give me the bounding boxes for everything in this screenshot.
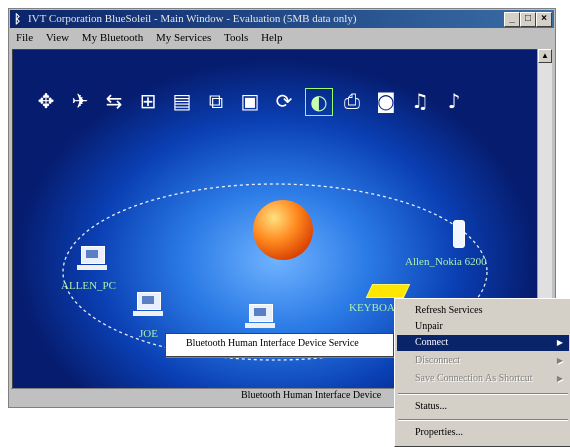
menu-item-status[interactable]: Status...	[397, 399, 569, 415]
menu-item-label: Properties...	[415, 427, 464, 438]
menu-item-label: Status...	[415, 401, 447, 412]
phone-icon	[453, 220, 465, 248]
computer-base	[245, 323, 275, 328]
context-menu: Refresh Services Unpair Connect ▶ Disconn…	[394, 298, 570, 447]
device-label-joe: JOE	[139, 328, 158, 340]
local-device-sphere[interactable]	[253, 200, 313, 260]
minimize-button[interactable]: _	[504, 12, 520, 27]
menu-item-disconnect: Disconnect ▶	[397, 353, 569, 369]
menu-bar: File View My Bluetooth My Services Tools…	[10, 29, 554, 47]
menu-view[interactable]: View	[46, 32, 69, 44]
maximize-button[interactable]: □	[520, 12, 536, 27]
popup-label: Bluetooth Human Interface Device Service	[186, 338, 359, 349]
scroll-up-button[interactable]: ▲	[538, 49, 552, 63]
device-label-allen-pc: ALLEN_PC	[61, 280, 116, 292]
service-tooltip-popup[interactable]: Bluetooth Human Interface Device Service	[165, 333, 394, 357]
close-button[interactable]: ×	[536, 12, 552, 27]
bluetooth-icon: ᛒ	[14, 12, 22, 26]
menu-item-label: Connect	[415, 337, 449, 348]
menu-item-unpair[interactable]: Unpair	[397, 319, 569, 335]
keyboard-icon	[365, 284, 411, 298]
menu-item-refresh-services[interactable]: Refresh Services	[397, 303, 569, 319]
computer-icon	[137, 292, 161, 310]
computer-base	[77, 265, 107, 270]
submenu-arrow-icon: ▶	[556, 356, 563, 365]
submenu-arrow-icon: ▶	[556, 338, 563, 347]
title-bar[interactable]: ᛒ IVT Corporation BlueSoleil - Main Wind…	[10, 10, 554, 28]
menu-file[interactable]: File	[16, 32, 33, 44]
menu-item-label: Save Connection As Shortcut	[415, 373, 533, 384]
menu-item-label: Unpair	[415, 321, 443, 332]
status-text: Bluetooth Human Interface Device	[241, 390, 382, 401]
menu-item-connect[interactable]: Connect ▶	[397, 335, 569, 351]
menu-item-label: Disconnect	[415, 355, 460, 366]
menu-tools[interactable]: Tools	[224, 32, 248, 44]
menu-item-label: Refresh Services	[415, 305, 483, 316]
menu-help[interactable]: Help	[261, 32, 282, 44]
window-title: IVT Corporation BlueSoleil - Main Window…	[28, 13, 357, 25]
computer-base	[133, 311, 163, 316]
menu-separator	[398, 419, 568, 421]
menu-my-bluetooth[interactable]: My Bluetooth	[82, 32, 143, 44]
submenu-arrow-icon: ▶	[556, 374, 563, 383]
menu-my-services[interactable]: My Services	[156, 32, 211, 44]
menu-item-properties[interactable]: Properties...	[397, 425, 569, 441]
menu-separator	[398, 393, 568, 395]
computer-icon	[81, 246, 105, 264]
menu-item-save-connection: Save Connection As Shortcut ▶	[397, 371, 569, 387]
device-label-nokia: Allen_Nokia 6200	[405, 256, 487, 268]
computer-icon	[249, 304, 273, 322]
